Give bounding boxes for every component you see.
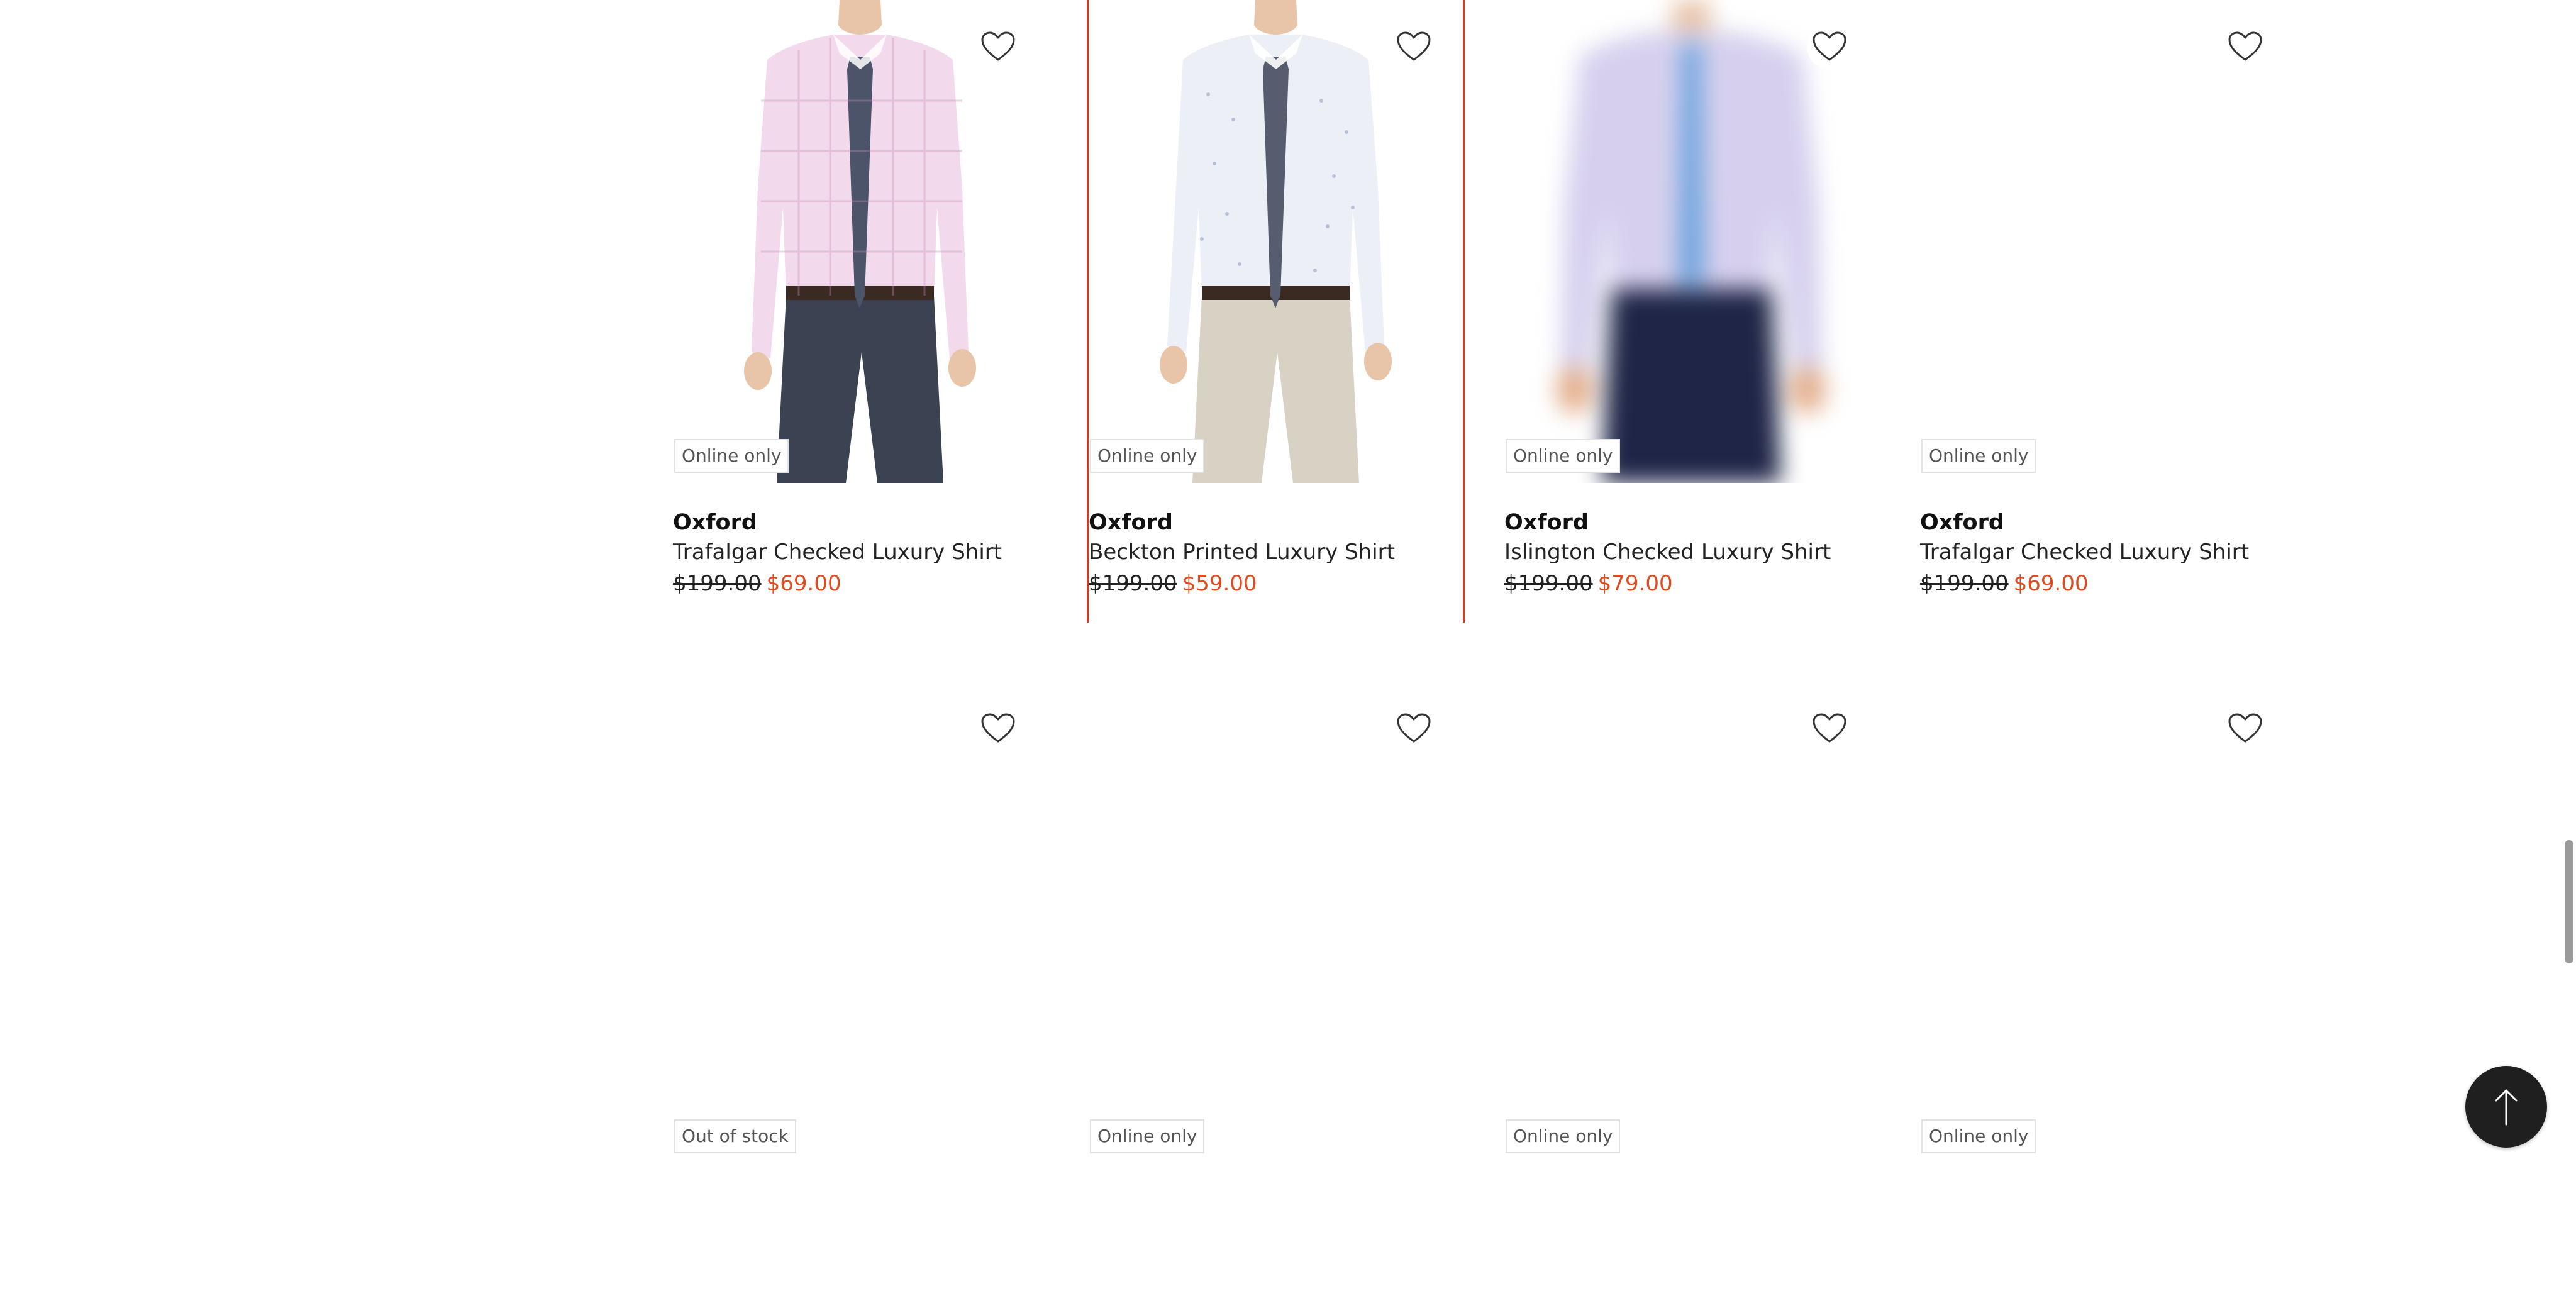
wishlist-button[interactable] — [1807, 24, 1852, 69]
product-image[interactable] — [1920, 0, 2294, 483]
product-info: Oxford Beckton Printed Luxury Shirt $199… — [1089, 509, 1463, 597]
product-image[interactable] — [1504, 0, 1879, 483]
online-only-badge: Online only — [674, 439, 789, 473]
product-card[interactable] — [1089, 679, 1463, 1308]
wishlist-button[interactable] — [2223, 24, 2268, 69]
arrow-up-icon — [2495, 1089, 2518, 1126]
wishlist-button[interactable] — [1807, 706, 1852, 751]
product-brand: Oxford — [1089, 510, 1173, 535]
sale-price: $59.00 — [1182, 570, 1257, 596]
product-name[interactable]: Beckton Printed Luxury Shirt — [1089, 538, 1463, 566]
product-image[interactable] — [1504, 679, 1879, 1170]
product-image[interactable] — [673, 0, 1047, 483]
product-brand: Oxford — [1920, 510, 2004, 535]
product-name[interactable]: Trafalgar Checked Luxury Shirt — [673, 538, 1047, 566]
heart-outline-icon — [2228, 31, 2262, 61]
sale-price: $69.00 — [2013, 570, 2089, 596]
product-card[interactable]: Online only Oxford Trafalgar Checked Lux… — [673, 0, 1047, 623]
product-info: Oxford Trafalgar Checked Luxury Shirt $1… — [1920, 509, 2294, 597]
wishlist-button[interactable] — [2223, 706, 2268, 751]
wishlist-button[interactable] — [975, 706, 1021, 751]
online-only-badge: Online only — [1921, 439, 2036, 473]
scrollbar-thumb[interactable] — [2565, 840, 2573, 963]
product-card[interactable]: Online only Oxford Islington Checked Lux… — [1504, 0, 1879, 623]
online-only-badge: Online only — [1506, 439, 1621, 473]
heart-outline-icon — [2228, 713, 2262, 743]
heart-outline-icon — [1813, 713, 1846, 743]
heart-outline-icon — [981, 713, 1015, 743]
product-name[interactable]: Trafalgar Checked Luxury Shirt — [1920, 538, 2294, 566]
out-of-stock-badge: Out of stock — [674, 1119, 796, 1153]
product-image[interactable] — [1920, 679, 2294, 1170]
product-price: $199.00 $69.00 — [1920, 570, 2294, 597]
product-grid-row-1: Online only Oxford Trafalgar Checked Lux… — [673, 0, 2346, 623]
product-price: $199.00 $79.00 — [1504, 570, 1879, 597]
product-image[interactable] — [1089, 679, 1463, 1170]
original-price: $199.00 — [1504, 570, 1593, 596]
heart-outline-icon — [1397, 31, 1431, 61]
product-price: $199.00 $59.00 — [1089, 570, 1463, 597]
online-only-badge: Online only — [1506, 1119, 1621, 1153]
original-price: $199.00 — [673, 570, 762, 596]
product-price: $199.00 $69.00 — [673, 570, 1047, 597]
sale-price: $79.00 — [1597, 570, 1673, 596]
wishlist-button[interactable] — [1391, 706, 1436, 751]
page-scrollbar[interactable] — [2561, 0, 2576, 1171]
product-image[interactable] — [1089, 0, 1463, 483]
model-figure — [744, 0, 976, 483]
sale-price: $69.00 — [766, 570, 841, 596]
heart-outline-icon — [1813, 31, 1846, 61]
product-card[interactable] — [1920, 679, 2294, 1308]
product-info: Oxford Trafalgar Checked Luxury Shirt $1… — [673, 509, 1047, 597]
product-card[interactable] — [1504, 679, 1879, 1308]
product-info: Oxford Islington Checked Luxury Shirt $1… — [1504, 509, 1879, 597]
original-price: $199.00 — [1089, 570, 1177, 596]
heart-outline-icon — [1397, 713, 1431, 743]
model-figure — [1556, 0, 1826, 483]
product-name[interactable]: Islington Checked Luxury Shirt — [1504, 538, 1879, 566]
heart-outline-icon — [981, 31, 1015, 61]
original-price: $199.00 — [1920, 570, 2009, 596]
product-brand: Oxford — [1504, 510, 1589, 535]
product-card[interactable]: Online only Oxford Beckton Printed Luxur… — [1087, 0, 1465, 623]
model-figure — [1160, 0, 1392, 483]
wishlist-button[interactable] — [1391, 24, 1436, 69]
wishlist-button[interactable] — [975, 24, 1021, 69]
product-brand: Oxford — [673, 510, 757, 535]
product-card[interactable]: Online only Oxford Trafalgar Checked Lux… — [1920, 0, 2294, 623]
product-grid-row-2 — [673, 679, 2346, 1308]
product-image[interactable] — [673, 679, 1047, 1170]
online-only-badge: Online only — [1921, 1119, 2036, 1153]
online-only-badge: Online only — [1090, 439, 1205, 473]
product-card[interactable] — [673, 679, 1047, 1308]
back-to-top-button[interactable] — [2465, 1066, 2547, 1148]
online-only-badge: Online only — [1090, 1119, 1205, 1153]
